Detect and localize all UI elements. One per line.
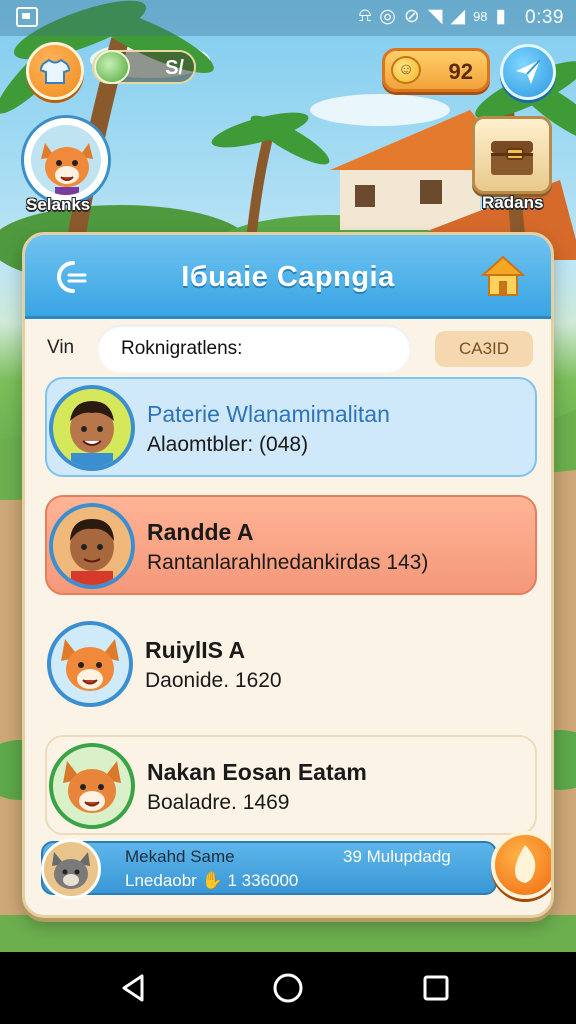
player-rank-bar[interactable]: Mekahd Same Lnedaobr ✋ 1 336000 39 Mulup… — [41, 839, 497, 899]
fox-avatar-icon — [49, 743, 135, 829]
shirt-button[interactable] — [26, 42, 84, 100]
panel-title: Iбuaie Capngia — [181, 261, 395, 293]
boy-avatar-icon — [49, 385, 135, 471]
entry-name: RuiylIS A — [145, 637, 246, 663]
treasure-chest-icon — [491, 141, 533, 175]
status-bar: ⍾ ◎ ⊘ ◥ ◢ 98 ▮ 0:39 — [0, 0, 576, 36]
network-text: 98 — [473, 9, 488, 24]
leaderboard-panel: Iбuaie Capngia Vin CA3ID Paterie Wlanami… — [22, 232, 554, 918]
signal-icon: ◢ — [450, 6, 466, 27]
coin-counter[interactable]: ☺ 92 — [382, 48, 490, 92]
player-score: 1 336000 — [227, 871, 299, 890]
screenshot-icon — [16, 7, 38, 27]
player-name: Mekahd Same — [125, 847, 235, 866]
action-button[interactable] — [491, 831, 551, 899]
list-item[interactable]: Paterie Wlanamimalitan Alaomtbler: (048) — [45, 377, 537, 477]
player-avatar[interactable] — [24, 118, 108, 202]
entry-name: Paterie Wlanamimalitan — [147, 401, 390, 427]
chest-button[interactable] — [472, 116, 552, 194]
mute-icon: ⊘ — [403, 6, 420, 27]
shirt-icon — [40, 58, 70, 84]
card-badge[interactable]: CA3ID — [435, 331, 533, 367]
status-icons: ⍾ ◎ ⊘ ◥ ◢ 98 ▮ — [359, 5, 506, 28]
alarm-icon: ◎ — [379, 6, 396, 27]
entry-detail: Rantanlarahlnedankirdas 143) — [147, 551, 429, 574]
navigation-bar — [0, 952, 576, 1024]
home-circle-icon[interactable] — [270, 970, 306, 1006]
house-icon — [480, 255, 526, 296]
entry-detail: Daonide. 1620 — [145, 669, 282, 692]
list-item[interactable]: RuiylIS A Daonide. 1620 — [45, 615, 537, 715]
clock: 0:39 — [525, 7, 564, 28]
send-button[interactable] — [500, 44, 556, 100]
smiley-coin-icon: ☺ — [391, 56, 421, 84]
fox-avatar-icon — [41, 143, 93, 195]
entry-detail: Alaomtbler: (048) — [147, 433, 309, 456]
panel-header: Iбuaie Capngia — [25, 235, 551, 319]
cash-icon — [94, 50, 130, 84]
player-rank-line: Lnedaobr ✋ 1 336000 — [125, 871, 298, 891]
list-item[interactable]: Randde A Rantanlarahlnedankirdas 143) — [45, 495, 537, 595]
paper-plane-icon — [516, 59, 541, 84]
player-status: 39 Mulupdadg — [343, 847, 451, 866]
flame-icon — [515, 845, 536, 883]
wifi-icon: ◥ — [427, 6, 443, 27]
filter-row: Vin CA3ID — [25, 325, 551, 373]
entry-detail: Boaladre. 1469 — [147, 791, 290, 814]
cash-counter: S/ — [92, 50, 196, 84]
filter-label: Vin — [47, 337, 75, 358]
back-triangle-icon[interactable] — [116, 970, 152, 1006]
recents-square-icon[interactable] — [418, 970, 454, 1006]
hand-icon: ✋ — [201, 871, 223, 890]
search-input[interactable] — [97, 325, 411, 373]
fox-avatar-icon — [47, 621, 133, 707]
battery-icon: ▮ — [495, 6, 506, 27]
cash-value: S/ — [165, 57, 184, 79]
entry-name: Nakan Eosan Eatam — [147, 759, 367, 785]
list-item[interactable]: Nakan Eosan Eatam Boaladre. 1469 — [45, 735, 537, 835]
man-avatar-icon — [49, 503, 135, 589]
player-subtitle: Lnedaobr — [125, 871, 197, 890]
notification-icon: ⍾ — [358, 5, 372, 26]
home-button[interactable] — [479, 253, 527, 299]
coin-value: 92 — [448, 59, 473, 84]
entry-name: Randde A — [147, 519, 254, 545]
cat-avatar-icon — [41, 839, 101, 899]
chest-label: Radans — [482, 193, 544, 212]
avatar-label: Selanks — [26, 195, 91, 214]
